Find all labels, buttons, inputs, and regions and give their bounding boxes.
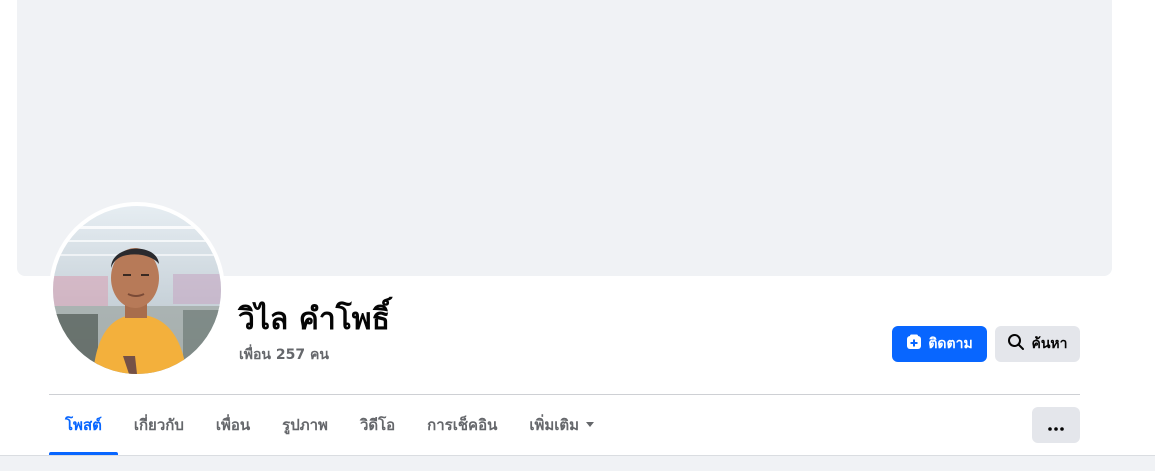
profile-name: วิไล คำโพธิ์ bbox=[238, 302, 390, 337]
search-icon bbox=[1007, 333, 1025, 355]
tab-label: วิดีโอ bbox=[359, 416, 396, 434]
tab-about[interactable]: เกี่ยวกับ bbox=[118, 395, 200, 455]
tab-friends[interactable]: เพื่อน bbox=[200, 395, 266, 455]
search-label: ค้นหา bbox=[1031, 336, 1068, 352]
tab-label: โพสต์ bbox=[65, 416, 102, 434]
avatar-ring bbox=[49, 202, 225, 378]
avatar[interactable] bbox=[53, 206, 221, 374]
tab-videos[interactable]: วิดีโอ bbox=[344, 395, 411, 455]
tab-label: เพื่อน bbox=[215, 416, 251, 434]
tab-photos[interactable]: รูปภาพ bbox=[266, 395, 344, 455]
tab-label: รูปภาพ bbox=[282, 416, 328, 434]
friends-count[interactable]: เพื่อน 257 คน bbox=[239, 344, 329, 366]
follow-plus-icon bbox=[906, 334, 922, 354]
more-options-button[interactable] bbox=[1032, 407, 1080, 443]
tab-checkins[interactable]: การเช็คอิน bbox=[411, 395, 513, 455]
tab-label: การเช็คอิน bbox=[427, 416, 498, 434]
feed-background bbox=[0, 455, 1155, 471]
profile-tabs: โพสต์ เกี่ยวกับ เพื่อน รูปภาพ วิดีโอ การ… bbox=[49, 395, 611, 455]
search-button[interactable]: ค้นหา bbox=[995, 326, 1080, 362]
ellipsis-icon bbox=[1048, 416, 1064, 435]
caret-down-icon bbox=[585, 420, 595, 431]
follow-button[interactable]: ติดตาม bbox=[892, 326, 987, 362]
tab-more[interactable]: เพิ่มเติม bbox=[513, 395, 611, 455]
tab-posts[interactable]: โพสต์ bbox=[49, 395, 118, 455]
tab-label: เพิ่มเติม bbox=[529, 416, 580, 434]
profile-photo bbox=[53, 206, 221, 374]
tab-label: เกี่ยวกับ bbox=[133, 416, 184, 434]
follow-label: ติดตาม bbox=[928, 336, 973, 352]
